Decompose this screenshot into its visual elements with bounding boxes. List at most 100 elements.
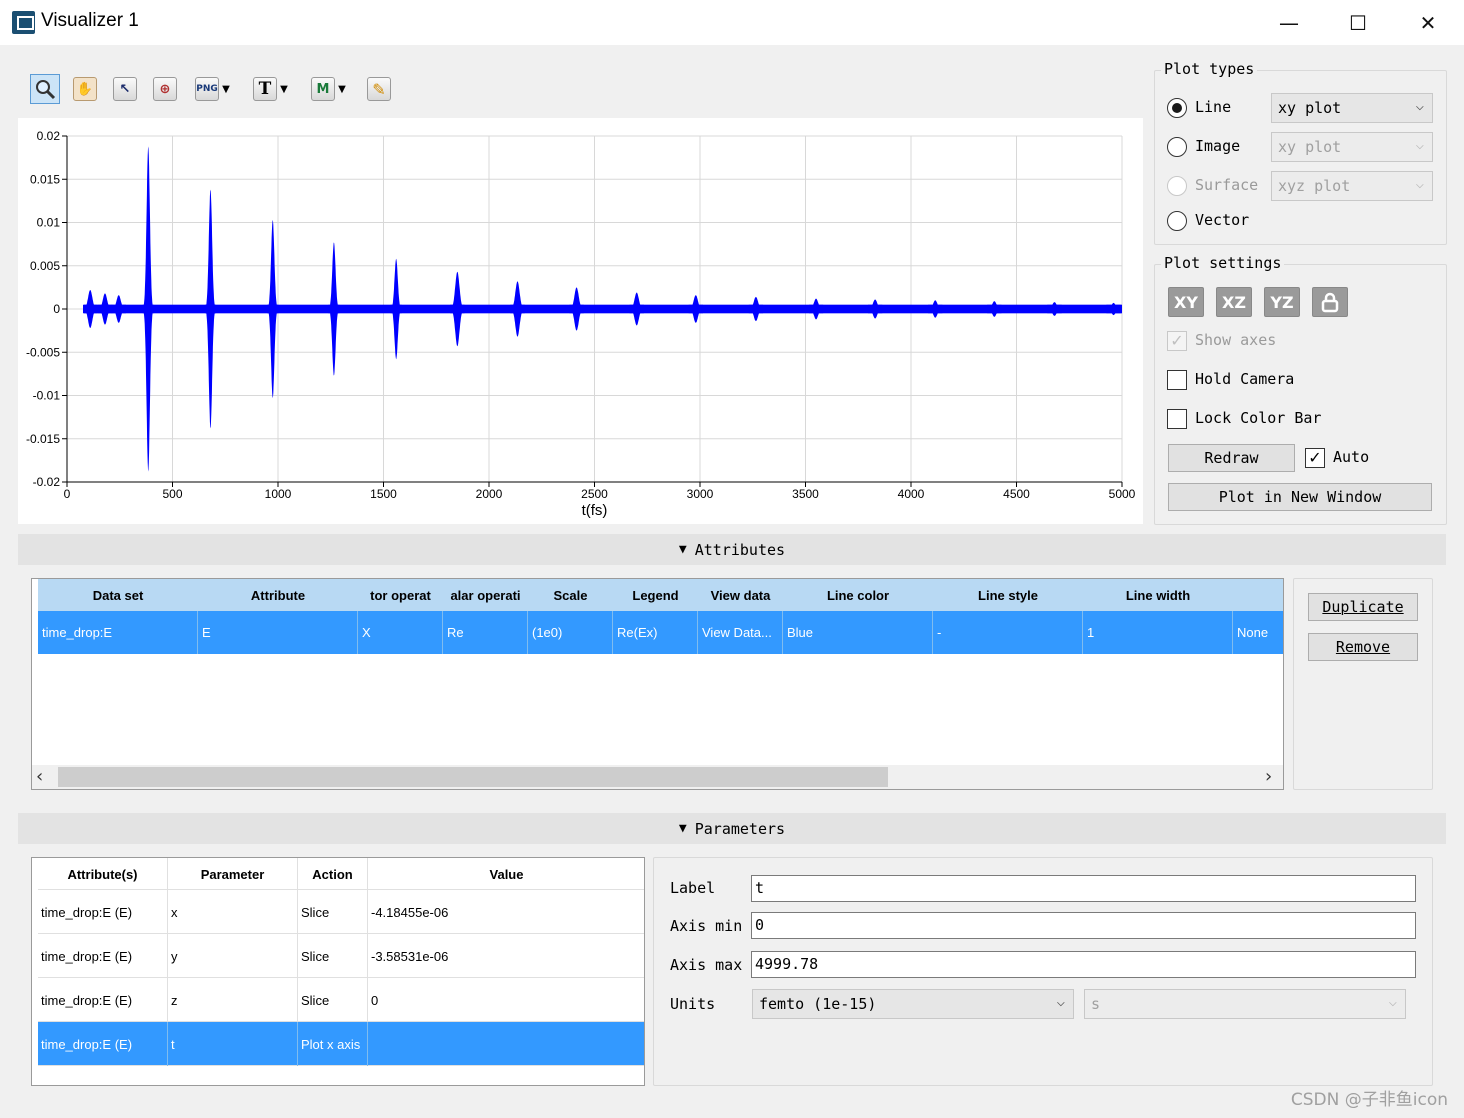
hand-icon: ✋ (73, 77, 97, 101)
xy-view-button[interactable]: XY (1168, 287, 1204, 317)
cell-parameter[interactable]: z (168, 978, 298, 1022)
select-tool-button[interactable]: ↖ (110, 74, 140, 104)
edit-tool-button[interactable]: ✎ (364, 74, 394, 104)
cell-action[interactable]: Slice (298, 890, 368, 934)
line-plot-type-select[interactable]: xy plot ⌵ (1271, 93, 1433, 123)
cell-value[interactable]: -4.18455e-06 (368, 890, 644, 934)
horizontal-scrollbar[interactable]: ‹ › (32, 765, 1283, 789)
close-button[interactable]: ✕ (1393, 0, 1463, 45)
lock-view-button[interactable] (1312, 287, 1348, 317)
cell-value[interactable] (368, 1022, 644, 1066)
cell-attribute[interactable]: E (198, 611, 358, 654)
zoom-tool-button[interactable] (30, 74, 60, 104)
series-pulse (83, 290, 98, 328)
line-chart[interactable]: 0 500 1000 1500 2000 2500 3000 3500 4000 4500 5000… (18, 118, 1143, 524)
duplicate-button[interactable]: Duplicate (1308, 593, 1418, 621)
cell-action[interactable]: Slice (298, 934, 368, 978)
remove-button[interactable]: Remove (1308, 633, 1418, 661)
line-radio[interactable] (1167, 98, 1187, 118)
xz-view-button[interactable]: XZ (1216, 287, 1252, 317)
cell-action[interactable]: Slice (298, 978, 368, 1022)
column-header-line-color[interactable]: Line color (783, 579, 933, 611)
zoom-extents-icon: ⊕ (153, 77, 177, 101)
vector-radio[interactable] (1167, 211, 1187, 231)
scroll-right-icon[interactable]: › (1265, 766, 1272, 787)
lock-color-bar-checkbox[interactable] (1167, 409, 1187, 429)
column-header-data-set[interactable]: Data set (38, 579, 198, 611)
column-header-action[interactable]: Action (298, 858, 368, 890)
cell-data-set[interactable]: time_drop:E (38, 611, 198, 654)
units-select[interactable]: femto (1e-15) ⌵ (752, 989, 1074, 1019)
column-header-legend[interactable]: Legend (613, 579, 698, 611)
cell-view-data[interactable]: View Data... (698, 611, 783, 654)
table-row[interactable]: time_drop:E E X Re (1e0) Re(Ex) View Dat… (38, 611, 1283, 654)
parameters-table[interactable]: Attribute(s) Parameter Action Value time… (31, 857, 645, 1086)
table-row-selected[interactable]: time_drop:E (E) t Plot x axis (38, 1022, 644, 1066)
png-icon: PNG (195, 77, 219, 101)
x-tick-label: 4000 (898, 487, 925, 501)
export-png-dropdown[interactable]: PNG ▼ (190, 74, 238, 104)
yz-view-button[interactable]: YZ (1264, 287, 1300, 317)
pencil-icon: ✎ (367, 77, 391, 101)
column-header-extra[interactable] (1233, 579, 1283, 611)
collapse-triangle-icon: ▼ (678, 542, 687, 557)
plot-in-new-window-button[interactable]: Plot in New Window (1168, 483, 1432, 511)
image-radio[interactable] (1167, 137, 1187, 157)
zoom-extents-button[interactable]: ⊕ (150, 74, 180, 104)
cell-attributes[interactable]: time_drop:E (E) (38, 890, 168, 934)
label-input[interactable]: t (751, 875, 1416, 902)
table-row[interactable]: time_drop:E (E) y Slice -3.58531e-06 (38, 934, 644, 978)
series-pulse (987, 301, 1002, 317)
cell-attributes[interactable]: time_drop:E (E) (38, 1022, 168, 1066)
parameters-section-header[interactable]: ▼ Parameters (18, 813, 1446, 844)
cell-scale[interactable]: (1e0) (528, 611, 613, 654)
lock-color-bar-label: Lock Color Bar (1195, 409, 1322, 427)
column-header-parameter[interactable]: Parameter (168, 858, 298, 890)
scrollbar-thumb[interactable] (58, 767, 888, 787)
text-tool-dropdown[interactable]: T ▼ (248, 74, 296, 104)
plot-canvas[interactable]: 0 500 1000 1500 2000 2500 3000 3500 4000 4500 5000… (18, 118, 1143, 524)
column-header-view-data[interactable]: View data (698, 579, 783, 611)
column-header-vector-operation[interactable]: tor operat (358, 579, 443, 611)
cell-vector-operation[interactable]: X (358, 611, 443, 654)
cell-attributes[interactable]: time_drop:E (E) (38, 934, 168, 978)
attributes-section-header[interactable]: ▼ Attributes (18, 534, 1446, 565)
cell-parameter[interactable]: y (168, 934, 298, 978)
cell-line-style[interactable]: - (933, 611, 1083, 654)
column-header-scalar-operation[interactable]: alar operati (443, 579, 528, 611)
table-row[interactable]: time_drop:E (E) x Slice -4.18455e-06 (38, 890, 644, 934)
surface-plot-type-select: xyz plot ⌵ (1271, 171, 1433, 201)
axis-max-input[interactable]: 4999.78 (751, 951, 1416, 978)
cell-action[interactable]: Plot x axis (298, 1022, 368, 1066)
column-header-scale[interactable]: Scale (528, 579, 613, 611)
cell-attributes[interactable]: time_drop:E (E) (38, 978, 168, 1022)
cell-line-color[interactable]: Blue (783, 611, 933, 654)
series-pulse (111, 295, 126, 323)
column-header-attributes[interactable]: Attribute(s) (38, 858, 168, 890)
cell-parameter[interactable]: x (168, 890, 298, 934)
pan-tool-button[interactable]: ✋ (70, 74, 100, 104)
hold-camera-checkbox[interactable] (1167, 370, 1187, 390)
maximize-button[interactable]: ☐ (1323, 0, 1393, 45)
cell-legend[interactable]: Re(Ex) (613, 611, 698, 654)
cell-parameter[interactable]: t (168, 1022, 298, 1066)
column-header-line-width[interactable]: Line width (1083, 579, 1233, 611)
cell-scalar-operation[interactable]: Re (443, 611, 528, 654)
attributes-table[interactable]: Data set Attribute tor operat alar opera… (31, 578, 1284, 790)
cell-value[interactable]: -3.58531e-06 (368, 934, 644, 978)
minimize-button[interactable]: — (1254, 0, 1324, 45)
series-pulse (97, 293, 113, 325)
cell-line-width[interactable]: 1 (1083, 611, 1233, 654)
redraw-button[interactable]: Redraw (1168, 444, 1295, 472)
column-header-line-style[interactable]: Line style (933, 579, 1083, 611)
axis-min-input[interactable]: 0 (751, 912, 1416, 939)
cell-extra[interactable]: None (1233, 611, 1283, 654)
scroll-left-icon[interactable]: ‹ (36, 766, 43, 787)
column-header-attribute[interactable]: Attribute (198, 579, 358, 611)
table-row[interactable]: time_drop:E (E) z Slice 0 (38, 978, 644, 1022)
auto-checkbox[interactable]: ✓ (1305, 448, 1325, 468)
column-header-value[interactable]: Value (368, 858, 644, 890)
x-tick-label: 1500 (370, 487, 397, 501)
cell-value[interactable]: 0 (368, 978, 644, 1022)
marker-tool-dropdown[interactable]: M ▼ (306, 74, 354, 104)
